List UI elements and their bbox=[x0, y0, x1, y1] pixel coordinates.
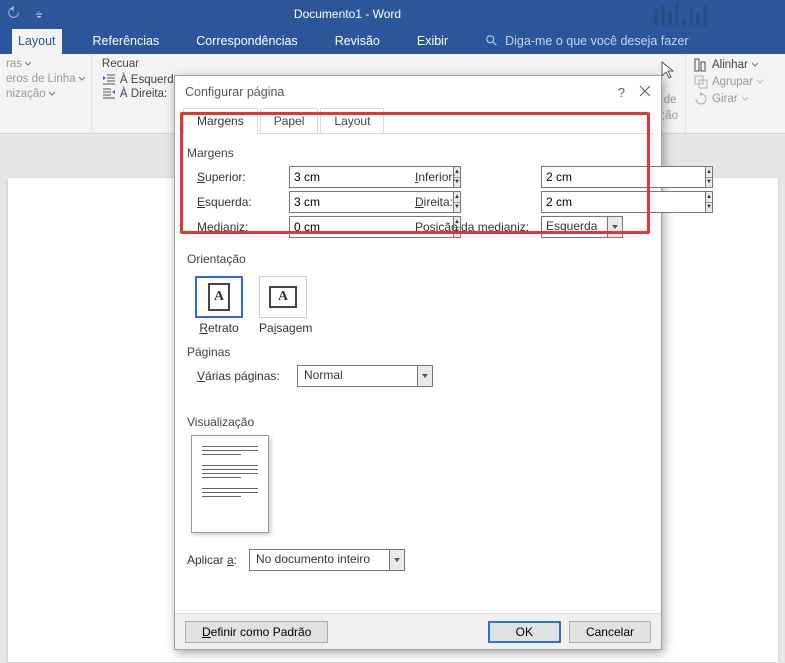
agrupar-button[interactable]: Agrupar bbox=[694, 75, 777, 89]
esquerda-spinner[interactable]: ▲▼ bbox=[289, 191, 371, 213]
indent-left-icon bbox=[102, 74, 116, 86]
align-icon bbox=[694, 58, 708, 72]
recuar-title: Recuar bbox=[102, 58, 174, 70]
dropdown-icon[interactable] bbox=[389, 549, 405, 571]
agrupar-label: Agrupar bbox=[712, 76, 753, 88]
page-setup-dialog: Configurar página ? Margens Papel Layout… bbox=[174, 75, 662, 650]
inferior-input[interactable] bbox=[541, 166, 705, 188]
definir-padrao-button[interactable]: Definir como Padrão bbox=[185, 621, 328, 643]
partial-text: ;ão bbox=[662, 110, 678, 122]
window-title: Documento1 - Word bbox=[50, 7, 645, 21]
cancelar-button[interactable]: Cancelar bbox=[569, 621, 651, 643]
group-icon bbox=[694, 75, 708, 89]
varias-label: Várias páginas: bbox=[197, 369, 297, 383]
inferior-spinner[interactable]: ▲▼ bbox=[541, 166, 623, 188]
medianiz-label: Medianiz: bbox=[197, 220, 289, 234]
girar-label: Girar bbox=[712, 93, 738, 105]
alinhar-label: Alinhar bbox=[712, 59, 748, 71]
ribbon-group-recuar: Recuar À Esquerd À Direita: bbox=[91, 54, 182, 133]
spin-up-icon[interactable]: ▲ bbox=[706, 192, 712, 203]
tab-referencias[interactable]: Referências bbox=[87, 29, 166, 54]
lightbulb-icon bbox=[485, 34, 499, 48]
dialog-tabs: Margens Papel Layout bbox=[175, 108, 661, 134]
partial-text: nização bbox=[6, 88, 46, 100]
spin-up-icon[interactable]: ▲ bbox=[706, 167, 712, 178]
dialog-footer: Definir como Padrão OK Cancelar bbox=[175, 613, 661, 649]
cursor-icon bbox=[660, 60, 678, 85]
section-margens: Margens bbox=[187, 146, 649, 160]
aplicar-label: Aplicar a: bbox=[187, 553, 249, 567]
varias-value: Normal bbox=[297, 365, 417, 387]
tab-correspondencias[interactable]: Correspondências bbox=[190, 29, 303, 54]
section-visualizacao: Visualização bbox=[187, 415, 649, 429]
dialog-title-text: Configurar página bbox=[185, 85, 284, 99]
spin-down-icon[interactable]: ▼ bbox=[706, 203, 712, 213]
direita-input[interactable] bbox=[541, 191, 705, 213]
tab-revisao[interactable]: Revisão bbox=[329, 29, 386, 54]
dropdown-icon[interactable] bbox=[607, 216, 623, 238]
posmed-value: Esquerda bbox=[541, 216, 607, 238]
dialog-tab-layout[interactable]: Layout bbox=[320, 108, 384, 134]
dialog-tab-papel[interactable]: Papel bbox=[260, 108, 319, 134]
qat-dropdown-icon[interactable] bbox=[28, 7, 50, 21]
section-orientacao: Orientação bbox=[187, 252, 649, 266]
ribbon-group-partial: ras eros de Linha nização bbox=[0, 54, 91, 133]
superior-spinner[interactable]: ▲▼ bbox=[289, 166, 371, 188]
ok-button[interactable]: OK bbox=[488, 621, 561, 643]
spin-down-icon[interactable]: ▼ bbox=[706, 178, 712, 188]
preview-thumbnail bbox=[191, 435, 269, 533]
inferior-label: Inferior: bbox=[411, 170, 541, 184]
ribbon-group-arrange: l de ;ão Alinhar Agrupar Girar bbox=[685, 54, 785, 133]
window-decoration-icon bbox=[651, 2, 781, 26]
esquerda-label: Esquerda: bbox=[197, 195, 289, 209]
close-icon[interactable] bbox=[639, 85, 651, 100]
girar-button[interactable]: Girar bbox=[694, 92, 777, 106]
direita-label: Direita: bbox=[411, 195, 541, 209]
partial-text: eros de Linha bbox=[6, 73, 76, 85]
superior-label: Superior: bbox=[197, 170, 289, 184]
back-icon[interactable] bbox=[0, 6, 28, 23]
aplicar-value: No documento inteiro bbox=[249, 549, 389, 571]
posmed-label: Posição da medianiz: bbox=[411, 220, 541, 234]
alinhar-button[interactable]: Alinhar bbox=[694, 58, 777, 72]
a-esquerda-label: À Esquerd bbox=[120, 74, 174, 86]
partial-text: ras bbox=[6, 58, 22, 70]
a-direita-label: À Direita: bbox=[120, 88, 167, 100]
medianiz-spinner[interactable]: ▲▼ bbox=[289, 216, 371, 238]
tellme-search[interactable]: Diga-me o que você deseja fazer bbox=[479, 29, 694, 54]
posmed-combo[interactable]: Esquerda bbox=[541, 216, 623, 238]
direita-spinner[interactable]: ▲▼ bbox=[541, 191, 623, 213]
varias-combo[interactable]: Normal bbox=[297, 365, 433, 387]
orient-retrato[interactable]: A Retrato bbox=[195, 276, 243, 335]
tab-exibir[interactable]: Exibir bbox=[411, 29, 454, 54]
title-bar: Documento1 - Word bbox=[0, 0, 785, 28]
indent-right-icon bbox=[102, 88, 116, 100]
dropdown-icon[interactable] bbox=[417, 365, 433, 387]
tellme-label: Diga-me o que você deseja fazer bbox=[505, 34, 688, 48]
section-paginas: Páginas bbox=[187, 345, 649, 359]
orient-paisagem[interactable]: A Paisagem bbox=[259, 276, 312, 335]
dialog-tab-margens[interactable]: Margens bbox=[183, 108, 258, 135]
ribbon-tabs: Layout Referências Correspondências Revi… bbox=[0, 28, 785, 54]
rotate-icon bbox=[694, 92, 708, 106]
dialog-body: Margens Superior: ▲▼ Inferior: ▲▼ Esquer… bbox=[175, 134, 661, 582]
aplicar-combo[interactable]: No documento inteiro bbox=[249, 549, 405, 571]
help-icon[interactable]: ? bbox=[618, 85, 625, 100]
tab-layout[interactable]: Layout bbox=[12, 29, 62, 54]
dialog-titlebar: Configurar página ? bbox=[175, 76, 661, 108]
